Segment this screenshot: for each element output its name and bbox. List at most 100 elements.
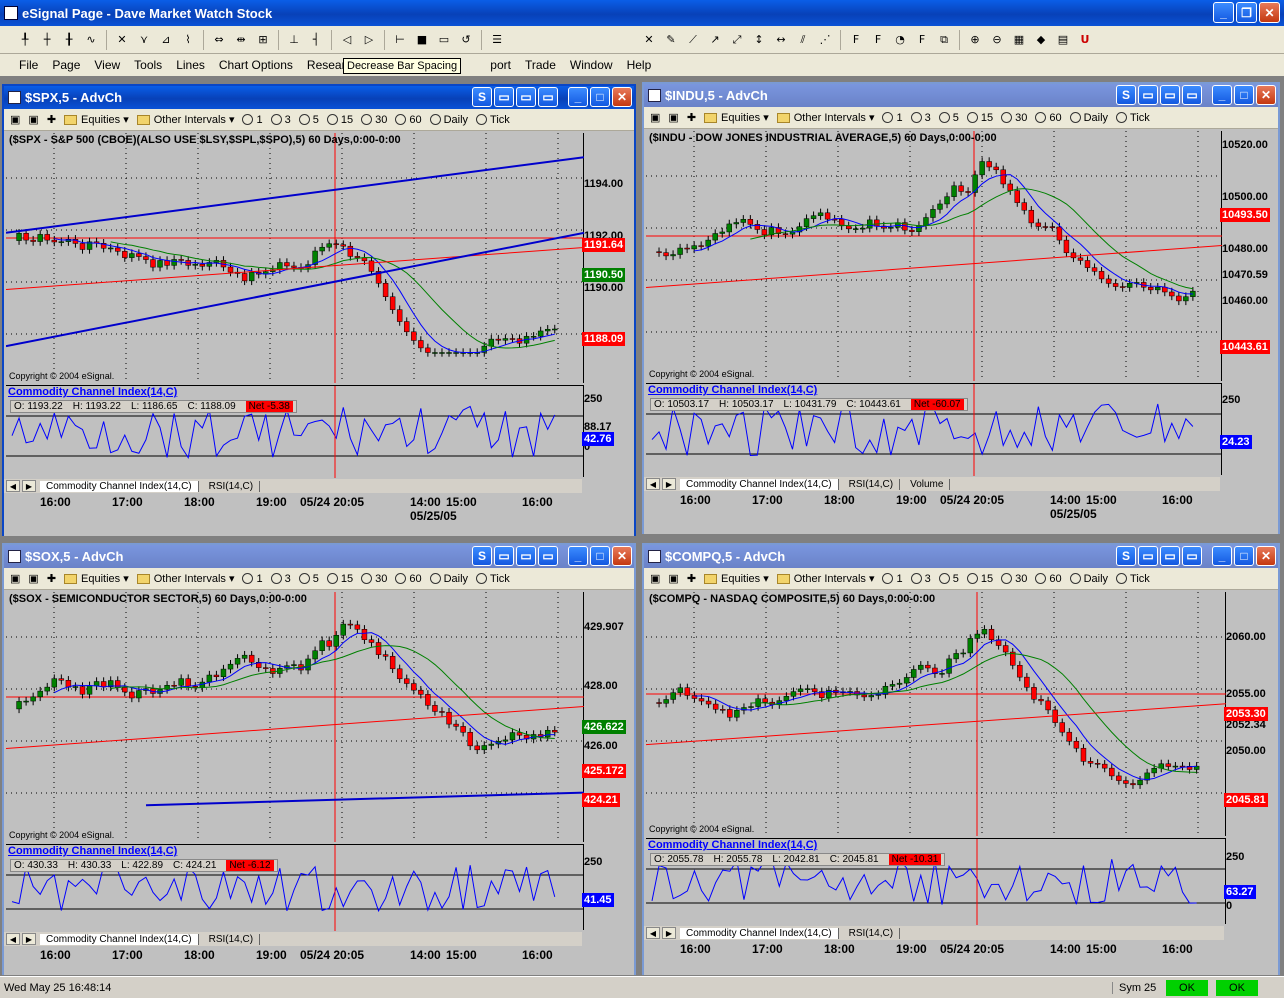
tab-1[interactable]: RSI(14,C) bbox=[843, 927, 901, 939]
add-icon[interactable]: ✚ bbox=[47, 572, 56, 585]
pin-icon[interactable]: ▭ bbox=[1138, 85, 1158, 105]
increase-spacing-icon[interactable]: ⇔ bbox=[208, 29, 230, 51]
delete-line-icon[interactable]: ✕ bbox=[638, 29, 660, 51]
menu-window[interactable]: Window bbox=[563, 58, 620, 72]
add-icon[interactable]: ✚ bbox=[687, 111, 696, 124]
reset-icon[interactable]: ↺ bbox=[455, 29, 477, 51]
close-button[interactable]: ✕ bbox=[612, 546, 632, 566]
indicator-plot[interactable]: Commodity Channel Index(14,C) O: 430.33 H:… bbox=[6, 844, 584, 931]
snap-icon[interactable]: ▭ bbox=[1160, 546, 1180, 566]
ray-icon[interactable]: ↗ bbox=[704, 29, 726, 51]
interval-button-15[interactable]: 15 bbox=[966, 573, 993, 585]
hline2-icon[interactable]: ↔ bbox=[770, 29, 792, 51]
window-titlebar[interactable]: $SOX,5 - AdvCh S ▭ ▭ ▭ _ □ ✕ bbox=[4, 545, 634, 568]
tab-scroll-left-icon[interactable]: ◀ bbox=[6, 933, 20, 945]
tab-0[interactable]: Commodity Channel Index(14,C) bbox=[40, 933, 199, 945]
interval-button-3[interactable]: 3 bbox=[910, 573, 931, 585]
parallel-icon[interactable]: ⋰ bbox=[814, 29, 836, 51]
interval-button-5[interactable]: 5 bbox=[298, 573, 319, 585]
menu-report[interactable]: port bbox=[483, 58, 518, 72]
hline-icon[interactable]: ⊢ bbox=[389, 29, 411, 51]
close-button[interactable]: ✕ bbox=[1256, 85, 1276, 105]
minimize-button[interactable]: _ bbox=[568, 87, 588, 107]
cursor-icon[interactable]: ╀ bbox=[14, 29, 36, 51]
minimize-button[interactable]: _ bbox=[1213, 2, 1234, 23]
window-titlebar[interactable]: $INDU,5 - AdvCh S ▭ ▭ ▭ _ □ ✕ bbox=[644, 84, 1278, 107]
interval-button-30[interactable]: 30 bbox=[1001, 112, 1027, 124]
bar-chart-icon[interactable]: ╂ bbox=[58, 29, 80, 51]
indicator-plot[interactable]: Commodity Channel Index(14,C) O: 10503.17… bbox=[646, 383, 1222, 476]
interval-button-tick[interactable]: Tick bbox=[1116, 112, 1150, 124]
window-titlebar[interactable]: $SPX,5 - AdvCh S ▭ ▭ ▭ _ □ ✕ bbox=[4, 86, 634, 109]
maximize-button[interactable]: □ bbox=[590, 546, 610, 566]
interval-button-15[interactable]: 15 bbox=[326, 114, 353, 126]
fib-ret-icon[interactable]: F bbox=[845, 29, 867, 51]
minimize-button[interactable]: _ bbox=[568, 546, 588, 566]
interval-button-15[interactable]: 15 bbox=[966, 112, 993, 124]
extended-line-icon[interactable]: ⤢ bbox=[726, 29, 748, 51]
chart-window-compq[interactable]: $COMPQ,5 - AdvCh S ▭ ▭ ▭ _ □ ✕ ▣ ▣ ✚ Equities ▾ Othe… bbox=[642, 543, 1280, 975]
tab-1[interactable]: RSI(14,C) bbox=[203, 480, 261, 492]
spacing-icon[interactable]: ⊞ bbox=[252, 29, 274, 51]
interval-button-60[interactable]: 60 bbox=[1035, 573, 1062, 585]
chart-window-indu[interactable]: $INDU,5 - AdvCh S ▭ ▭ ▭ _ □ ✕ ▣ ▣ ✚ Equities ▾ Other… bbox=[642, 82, 1280, 534]
interval-button-1[interactable]: 1 bbox=[242, 573, 263, 585]
pin-icon[interactable]: ▭ bbox=[494, 87, 514, 107]
fib-arc-icon[interactable]: ◔ bbox=[889, 29, 911, 51]
price-plot[interactable]: ($INDU - DOW JONES INDUSTRIAL AVERAGE,5)… bbox=[646, 131, 1222, 381]
vline-icon[interactable]: ↕ bbox=[748, 29, 770, 51]
add-icon[interactable]: ✚ bbox=[47, 113, 56, 126]
interval-button-3[interactable]: 3 bbox=[270, 573, 291, 585]
interval-button-daily[interactable]: Daily bbox=[1069, 112, 1108, 124]
study-icon[interactable]: ⊥ bbox=[283, 29, 305, 51]
minimize-button[interactable]: _ bbox=[1212, 85, 1232, 105]
tab-1[interactable]: RSI(14,C) bbox=[843, 478, 901, 490]
detach-icon[interactable]: ▭ bbox=[538, 546, 558, 566]
channel-icon[interactable]: ⫽ bbox=[792, 29, 814, 51]
text-icon[interactable]: ⧉ bbox=[933, 29, 955, 51]
link-icon[interactable]: ▣ bbox=[10, 113, 20, 126]
price-plot[interactable]: ($COMPQ - NASDAQ COMPOSITE,5) 60 Days,0:… bbox=[646, 592, 1226, 836]
interval-button-tick[interactable]: Tick bbox=[1116, 573, 1150, 585]
interval-button-60[interactable]: 60 bbox=[395, 114, 422, 126]
menu-file[interactable]: File bbox=[12, 58, 45, 72]
pin-icon[interactable]: ▭ bbox=[494, 546, 514, 566]
line-chart-icon[interactable]: ∿ bbox=[80, 29, 102, 51]
indicator-title[interactable]: Commodity Channel Index(14,C) bbox=[8, 386, 177, 398]
save-icon[interactable]: ▣ bbox=[668, 111, 678, 124]
menu-chart-options[interactable]: Chart Options bbox=[212, 58, 300, 72]
interval-button-daily[interactable]: Daily bbox=[1069, 573, 1108, 585]
eraser-icon[interactable]: ◆ bbox=[1030, 29, 1052, 51]
tab-0[interactable]: Commodity Channel Index(14,C) bbox=[680, 927, 839, 939]
tab-scroll-right-icon[interactable]: ▶ bbox=[22, 480, 36, 492]
snap-icon[interactable]: ▭ bbox=[516, 87, 536, 107]
interval-button-60[interactable]: 60 bbox=[395, 573, 422, 585]
chart-window-spx[interactable]: $SPX,5 - AdvCh S ▭ ▭ ▭ _ □ ✕ ▣ ▣ ✚ Equities ▾ Other … bbox=[2, 84, 636, 536]
ruler-icon[interactable]: ▭ bbox=[433, 29, 455, 51]
chart-area[interactable]: ($SPX - S&P 500 (CBOE)(ALSO USE $LSY,$SP… bbox=[4, 131, 634, 536]
point-figure-icon[interactable]: ✕ bbox=[111, 29, 133, 51]
equities-dropdown[interactable]: Equities ▾ bbox=[64, 572, 129, 585]
interval-button-tick[interactable]: Tick bbox=[476, 573, 510, 585]
maximize-button[interactable]: □ bbox=[590, 87, 610, 107]
interval-button-tick[interactable]: Tick bbox=[476, 114, 510, 126]
maximize-button[interactable]: □ bbox=[1234, 85, 1254, 105]
chart-window-sox[interactable]: $SOX,5 - AdvCh S ▭ ▭ ▭ _ □ ✕ ▣ ▣ ✚ Equities ▾ Other … bbox=[2, 543, 636, 975]
break-icon[interactable]: ⌇ bbox=[177, 29, 199, 51]
link-icon[interactable]: ▣ bbox=[650, 111, 660, 124]
interval-button-30[interactable]: 30 bbox=[361, 114, 387, 126]
tab-1[interactable]: RSI(14,C) bbox=[203, 933, 261, 945]
interval-button-5[interactable]: 5 bbox=[938, 112, 959, 124]
tab-scroll-left-icon[interactable]: ◀ bbox=[646, 478, 660, 490]
scroll-left-icon[interactable]: ◁ bbox=[336, 29, 358, 51]
maximize-button[interactable]: □ bbox=[1234, 546, 1254, 566]
close-button[interactable]: ✕ bbox=[1256, 546, 1276, 566]
save-icon[interactable]: ▣ bbox=[28, 572, 38, 585]
menu-tools[interactable]: Tools bbox=[127, 58, 169, 72]
other-intervals-dropdown[interactable]: Other Intervals ▾ bbox=[776, 572, 874, 585]
kagi-icon[interactable]: ⋎ bbox=[133, 29, 155, 51]
decrease-spacing-icon[interactable]: ⇹ bbox=[230, 29, 252, 51]
snap-icon[interactable]: ▭ bbox=[1160, 85, 1180, 105]
interval-button-1[interactable]: 1 bbox=[242, 114, 263, 126]
equities-dropdown[interactable]: Equities ▾ bbox=[64, 113, 129, 126]
